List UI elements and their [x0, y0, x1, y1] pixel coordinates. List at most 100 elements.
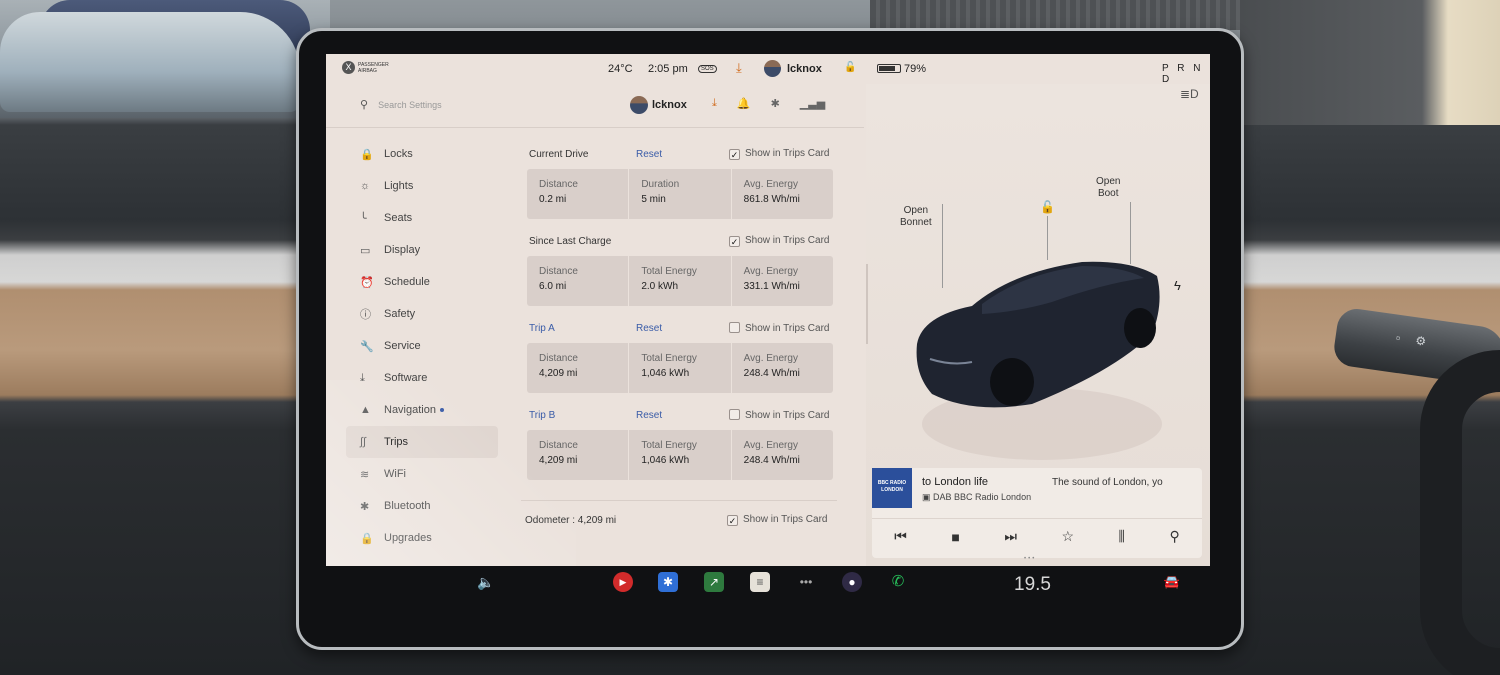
profile-name[interactable]: lcknox [652, 99, 687, 111]
sidebar-item-wifi[interactable]: ≋ WiFi [346, 458, 498, 490]
display-icon: ▭ [360, 244, 371, 257]
current-drive-section: Current Drive Reset ✓ Show in Trips Card … [521, 144, 841, 231]
driver-profile-name[interactable]: lcknox [787, 63, 822, 75]
reset-button[interactable]: Reset [636, 149, 662, 160]
sidebar-item-label: Safety [384, 308, 416, 320]
notification-dot [439, 408, 444, 412]
lock-icon: 🔒 [360, 148, 374, 161]
search-placeholder: Search Settings [378, 100, 442, 110]
download-icon: ⤓ [360, 371, 365, 384]
stop-icon[interactable]: ■ [951, 529, 959, 545]
open-bonnet-button[interactable]: Open Bonnet [900, 205, 932, 229]
stat-value: 6.0 mi [539, 281, 567, 292]
stat-label: Distance [539, 266, 578, 277]
media-player[interactable]: BBC RADIO LONDON to London life The sound… [872, 468, 1202, 558]
lights-icon: ☼ [360, 180, 371, 192]
search-input[interactable]: ⚲ Search Settings [360, 98, 442, 111]
phone-icon[interactable]: ✆ [888, 572, 908, 592]
sidebar-item-label: Seats [384, 212, 413, 224]
page-indicator-dots: ••• [1024, 556, 1037, 562]
headlights-icon[interactable]: ≣D [1180, 87, 1199, 101]
sidebar-item-locks[interactable]: 🔒 Locks [346, 138, 498, 170]
show-in-trips-card-checkbox[interactable]: ✓ Show in Trips Card [729, 148, 829, 160]
stat-label: Avg. Energy [743, 179, 798, 190]
download-icon[interactable]: ⤓ [712, 97, 717, 110]
favorite-star-icon[interactable]: ☆ [1061, 528, 1074, 545]
show-in-trips-card-checkbox[interactable]: Show in Trips Card [729, 409, 829, 421]
sidebar-item-label: Lights [384, 180, 414, 192]
show-in-trips-card-checkbox[interactable]: ✓ Show in Trips Card [727, 514, 827, 526]
parked-car [0, 12, 300, 112]
sidebar-item-label: Bluetooth [384, 500, 431, 512]
equalizer-icon[interactable]: ⫼ [1119, 528, 1125, 545]
stat-grid: Distance 6.0 mi Total Energy 2.0 kWh Avg. … [527, 256, 833, 306]
youtube-music-icon[interactable]: ▶ [613, 572, 633, 592]
previous-icon[interactable]: ⏮ [894, 528, 907, 545]
stat-label: Duration [641, 179, 680, 190]
media-controls: ⏮ ■ ⏭ ☆ ⫼ ⚲ [872, 518, 1202, 554]
sos-icon[interactable]: SOS [698, 65, 717, 73]
sidebar-item-schedule[interactable]: ⏰ Schedule [346, 266, 498, 298]
checkbox-label: Show in Trips Card [743, 514, 828, 525]
camera-icon[interactable]: ● [842, 572, 862, 592]
reset-button[interactable]: Reset [636, 323, 662, 334]
checkbox-label: Show in Trips Card [745, 323, 830, 334]
sidebar-item-service[interactable]: 🔧 Service [346, 330, 498, 362]
next-icon[interactable]: ⏭ [1004, 528, 1017, 545]
settings-header: ⚲ Search Settings lcknox ⤓ 🔔 ✱ ▁▃▅ [326, 84, 864, 128]
sidebar-item-safety[interactable]: ⓘ Safety [346, 298, 498, 330]
show-in-trips-card-checkbox[interactable]: Show in Trips Card [729, 322, 829, 334]
reset-button[interactable]: Reset [636, 410, 662, 421]
bluetooth-icon[interactable]: ✱ [771, 97, 780, 110]
section-title: Trip A [529, 323, 555, 334]
bluetooth-icon[interactable]: ✱ [658, 572, 678, 592]
energy-app-icon[interactable]: ↗ [704, 572, 724, 592]
stat-value: 248.4 Wh/mi [743, 368, 800, 379]
sidebar-item-trips[interactable]: ∫∫ Trips [346, 426, 498, 458]
bell-icon[interactable]: 🔔 [737, 97, 751, 110]
sidebar-item-seats[interactable]: ╰ Seats [346, 202, 498, 234]
download-icon[interactable]: ⤓ [736, 60, 742, 76]
search-icon[interactable]: ⚲ [1169, 528, 1179, 545]
sidebar-item-software[interactable]: ⤓ Software [346, 362, 498, 394]
stat-value: 2.0 kWh [641, 281, 679, 292]
stat-value: 248.4 Wh/mi [743, 455, 800, 466]
sidebar-item-display[interactable]: ▭ Display [346, 234, 498, 266]
checkbox-checked-icon: ✓ [727, 515, 738, 526]
checkbox-label: Show in Trips Card [745, 410, 830, 421]
stat-label: Distance [539, 179, 578, 190]
cabin-temperature[interactable]: 19.5 [1014, 574, 1051, 596]
door-unlock-icon[interactable]: 🔓 [1040, 200, 1055, 214]
stat-value: 0.2 mi [539, 194, 567, 205]
odometer-row: Odometer : 4,209 mi ✓ Show in Trips Card [521, 500, 837, 530]
volume-icon[interactable]: 🔈 [476, 572, 496, 592]
battery-fill [879, 66, 895, 71]
settings-sidebar: 🔒 Locks ☼ Lights ╰ Seats ▭ Display ⏰ Schedule… [346, 138, 498, 554]
battery-percent: 79% [904, 63, 927, 75]
sidebar-item-lights[interactable]: ☼ Lights [346, 170, 498, 202]
scrollbar[interactable] [866, 264, 868, 344]
open-bonnet-line1: Open [903, 205, 929, 216]
section-title: Since Last Charge [529, 236, 612, 247]
avatar[interactable] [764, 60, 781, 77]
manual-app-icon[interactable]: ≡ [750, 572, 770, 592]
artwork-line2: LONDON [881, 487, 903, 493]
sidebar-item-label: Schedule [384, 276, 430, 288]
sidebar-item-navigation[interactable]: ▲ Navigation [346, 394, 498, 426]
sidebar-item-bluetooth[interactable]: ✱ Bluetooth [346, 490, 498, 522]
odometer-value: Odometer : 4,209 mi [525, 515, 617, 526]
open-boot-button[interactable]: Open Boot [1096, 176, 1120, 200]
show-in-trips-card-checkbox[interactable]: ✓ Show in Trips Card [729, 235, 829, 247]
more-apps-icon[interactable]: ••• [796, 572, 816, 592]
car-controls-icon[interactable]: 🚘 [1162, 572, 1182, 592]
photo-background: ▫ ⚙ X PASSENGER AIRBAG 24°C 2:05 pm SOS ⤓… [0, 0, 1500, 675]
header-icons: ⤓ 🔔 ✱ ▁▃▅ [712, 97, 825, 110]
sidebar-item-label: Software [384, 372, 428, 384]
stat-label: Total Energy [641, 440, 697, 451]
avatar[interactable] [630, 96, 648, 114]
charge-port-icon[interactable]: ϟ [1174, 278, 1181, 293]
stat-label: Total Energy [641, 266, 697, 277]
unlock-icon[interactable]: 🔓 [844, 62, 856, 73]
trips-panel: Current Drive Reset ✓ Show in Trips Card … [521, 144, 841, 526]
sidebar-item-upgrades[interactable]: 🔒 Upgrades [346, 522, 498, 554]
